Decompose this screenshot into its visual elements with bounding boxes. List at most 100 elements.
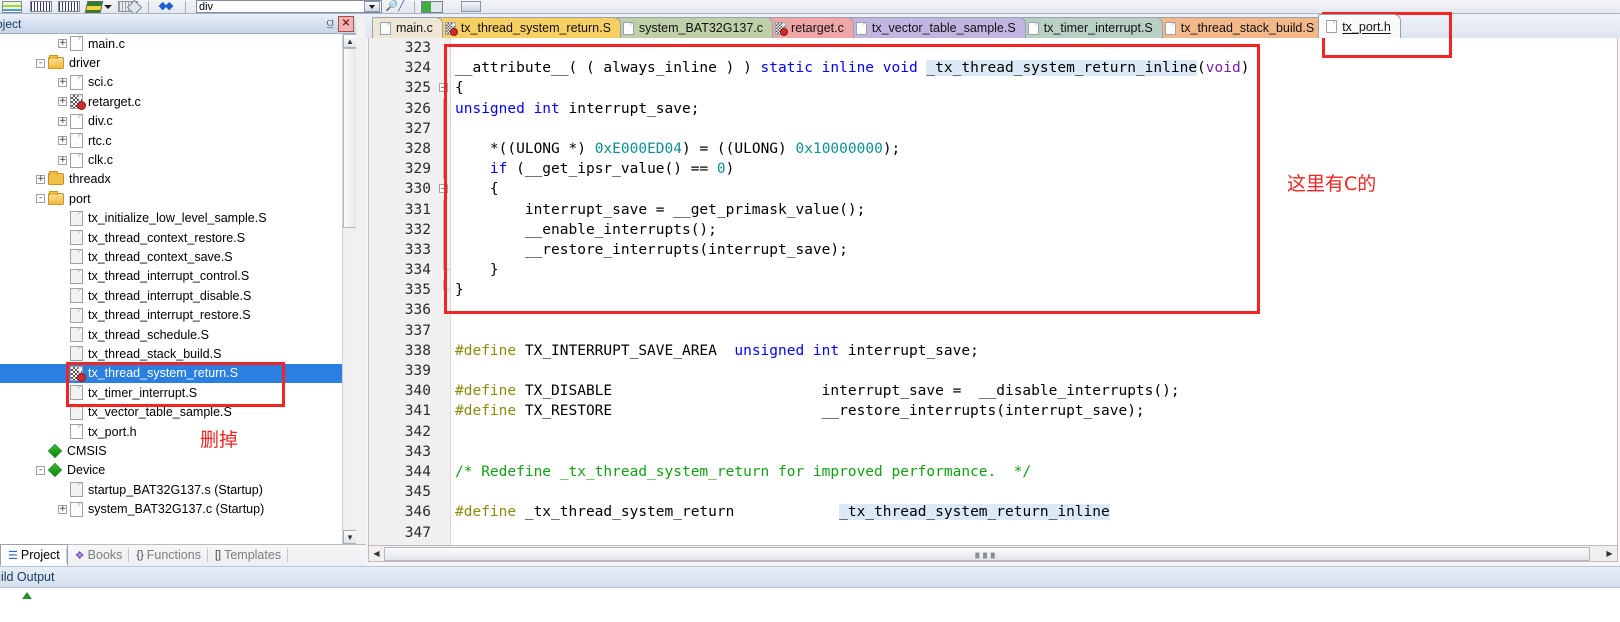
code-line-337[interactable]: 337 [369,321,1617,341]
code-line-346[interactable]: 346 #define _tx_thread_system_return _tx_… [369,502,1617,522]
scroll-down-button[interactable]: ▼ [343,530,357,544]
code-line-331[interactable]: 331 interrupt_save = __get_primask_value… [369,199,1617,220]
code-line-341[interactable]: 341 #define TX_RESTORE __restore_interrup… [369,401,1617,421]
tree-item-clk-c[interactable]: + clk.c [0,150,342,169]
code-line-334[interactable]: 334 } [369,260,1617,280]
tree-item-tx-timer-interrupt-s[interactable]: tx_timer_interrupt.S [0,383,342,402]
scrollbar-thumb[interactable] [343,48,357,228]
editor-tab-tx-timer-interrupt-s[interactable]: tx_timer_interrupt.S [1019,17,1163,38]
project-tab-project[interactable]: ☰ Project [0,544,68,566]
tree-item-startup-bat32g137-s-startup-[interactable]: startup_BAT32G137.s (Startup) [0,480,342,499]
editor-tab-tx-thread-stack-build-s[interactable]: tx_thread_stack_build.S [1156,17,1325,38]
project-tab-functions[interactable]: {} Functions [129,544,208,566]
scroll-left-button[interactable]: ◀ [369,547,384,561]
hscroll-track[interactable]: ▖▖▖ [384,546,1602,561]
code-line-345[interactable]: 345 [369,482,1617,502]
tree-item-system-bat32g137-c-startup-[interactable]: + system_BAT32G137.c (Startup) [0,499,342,518]
fold-toggle-icon[interactable]: − [439,83,448,93]
scroll-up-button[interactable]: ▲ [343,34,357,48]
green-box-icon[interactable] [421,0,447,13]
tree-item-tx-thread-stack-build-s[interactable]: tx_thread_stack_build.S [0,344,342,363]
code-line-338[interactable]: 338 #define TX_INTERRUPT_SAVE_AREA unsign… [369,341,1617,361]
editor-tab-tx-vector-table-sample-s[interactable]: tx_vector_table_sample.S [847,17,1026,38]
tree-expander[interactable]: + [58,155,67,165]
tree-expander[interactable]: - [36,58,45,68]
tree-item-tx-thread-interrupt-disable-s[interactable]: tx_thread_interrupt_disable.S [0,286,342,305]
tree-expander[interactable]: + [58,97,67,107]
grid2-icon[interactable] [58,0,84,13]
code-line-340[interactable]: 340 #define TX_DISABLE interrupt_save = _… [369,381,1617,401]
search-box[interactable] [196,0,382,13]
code-line-328[interactable]: 328 *((ULONG *) 0xE000ED04) = ((ULONG) 0… [369,138,1617,160]
panel-splitter[interactable] [356,14,366,566]
tree-expander[interactable]: + [58,39,67,49]
tree-item-tx-thread-interrupt-control-s[interactable]: tx_thread_interrupt_control.S [0,267,342,286]
tree-item-tx-thread-context-save-s[interactable]: tx_thread_context_save.S [0,247,342,266]
code-line-332[interactable]: 332 __enable_interrupts(); [369,219,1617,240]
editor-horizontal-scrollbar[interactable]: ◀ ▖▖▖ ▶ [368,546,1618,562]
code-line-324[interactable]: 324 __attribute__( ( always_inline ) ) st… [369,58,1617,78]
code-line-327[interactable]: 327 [369,118,1617,139]
code-line-326[interactable]: 326 unsigned int interrupt_save; [369,98,1617,119]
code-line-323[interactable]: 323 [369,38,1617,58]
code-line-336[interactable]: 336 [369,300,1617,320]
tree-expander[interactable]: - [36,194,45,204]
window-icon[interactable] [461,0,487,13]
code-line-344[interactable]: 344 /* Redefine _tx_thread_system_return … [369,462,1617,482]
tree-item-driver[interactable]: - driver [0,53,342,72]
pin-icon[interactable]: ⫑ [322,16,338,32]
grid-icon[interactable] [30,0,56,13]
tree-expander[interactable]: + [58,116,67,126]
code-line-335[interactable]: 335} [369,280,1617,300]
tree-item-retarget-c[interactable]: + retarget.c [0,92,342,111]
project-tab-books[interactable]: ❖ Books [68,544,130,566]
tree-item-sci-c[interactable]: + sci.c [0,73,342,92]
code-line-347[interactable]: 347 [369,523,1617,543]
tree-item-tx-thread-interrupt-restore-s[interactable]: tx_thread_interrupt_restore.S [0,305,342,324]
tree-expander[interactable]: + [58,136,67,146]
editor-tab-retarget-c[interactable]: retarget.c [767,17,854,38]
tree-item-tx-initialize-low-level-sample-s[interactable]: tx_initialize_low_level_sample.S [0,209,342,228]
tree-expander[interactable]: + [36,174,45,184]
editor-tab-system-bat32g137-c[interactable]: system_BAT32G137.c [614,17,774,38]
tree-expander[interactable]: + [58,77,67,87]
project-panel-tabstrip[interactable]: ☰ Project ❖ Books{} Functions[] Templates [0,544,366,566]
tree-item-rtc-c[interactable]: + rtc.c [0,131,342,150]
code-line-330[interactable]: 330− { [369,179,1617,199]
tree-expander[interactable]: - [36,465,45,475]
close-icon[interactable]: ✕ [338,15,354,32]
layers-icon[interactable] [84,0,112,13]
code-line-329[interactable]: 329 if (__get_ipsr_value() == 0) [369,159,1617,180]
project-tree-scrollbar[interactable]: ▲ ▼ [342,34,357,544]
tree-item-tx-thread-system-return-s[interactable]: tx_thread_system_return.S [0,363,342,384]
code-editor[interactable]: 323 324 __attribute__( ( always_inline ) )… [368,38,1618,546]
code-line-339[interactable]: 339 [369,361,1617,381]
tree-item-div-c[interactable]: + div.c [0,112,342,131]
tree-item-cmsis[interactable]: CMSIS [0,441,342,460]
tree-item-port[interactable]: - port [0,189,342,208]
code-line-342[interactable]: 342 [369,422,1617,442]
tree-item-tx-port-h[interactable]: tx_port.h [0,422,342,441]
tree-item-threadx[interactable]: + threadx [0,170,342,189]
search-input[interactable] [199,1,355,12]
editor-tab-tx-thread-system-return-s[interactable]: tx_thread_system_return.S [436,17,621,38]
tree-item-tx-vector-table-sample-s[interactable]: tx_vector_table_sample.S [0,402,342,421]
code-text[interactable]: 323 324 __attribute__( ( always_inline ) )… [369,38,1617,545]
binoculars-icon[interactable]: 🔎╱ [384,0,410,13]
search-dropdown-button[interactable] [364,1,380,12]
project-tab-templates[interactable]: [] Templates [208,544,289,566]
tree-item-main-c[interactable]: + main.c [0,34,342,53]
tree-expander[interactable]: + [58,504,67,514]
editor-tab-main-c[interactable]: main.c [372,17,443,38]
blue-arrows-icon[interactable]: ◆◆ [155,0,181,13]
hscroll-thumb[interactable]: ▖▖▖ [384,546,1590,561]
editor-tabstrip[interactable]: main.c tx_thread_system_return.S system_BA… [366,14,1620,38]
code-line-333[interactable]: 333 __restore_interrupts(interrupt_save)… [369,239,1617,261]
project-tree[interactable]: + main.c - driver + sci.c + retarget.c + div.c + rt… [0,34,342,544]
erase-icon[interactable] [118,0,144,13]
tree-item-tx-thread-context-restore-s[interactable]: tx_thread_context_restore.S [0,228,342,247]
fold-toggle-icon[interactable]: − [439,184,448,194]
code-line-325[interactable]: 325−{ [369,78,1617,98]
books-icon[interactable] [2,0,28,13]
editor-tab-tx-port-h[interactable]: tx_port.h [1318,14,1401,38]
